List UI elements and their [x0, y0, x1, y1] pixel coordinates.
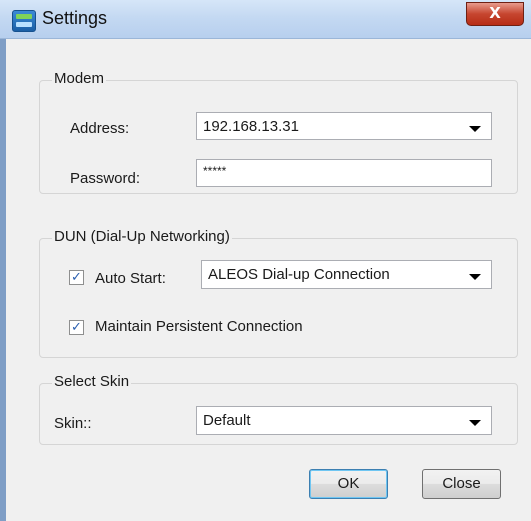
settings-window: Settings X Modem Address: 192.168.13.31 … [0, 0, 531, 521]
close-icon: X [489, 4, 501, 22]
skin-value: Default [203, 412, 251, 429]
address-value: 192.168.13.31 [203, 118, 299, 135]
title-bar[interactable]: Settings X [0, 0, 531, 39]
password-label: Password: [70, 170, 141, 187]
modem-group-title: Modem [52, 70, 107, 87]
dun-group [39, 238, 518, 358]
connection-value: ALEOS Dial-up Connection [208, 266, 390, 283]
window-title: Settings [42, 8, 108, 28]
chevron-down-icon[interactable] [469, 420, 481, 426]
auto-start-label: Auto Start: [95, 270, 166, 287]
checkmark-icon: ✓ [71, 320, 82, 335]
chevron-down-icon[interactable] [469, 274, 481, 280]
ok-button[interactable]: OK [309, 469, 388, 499]
skin-group-title: Select Skin [52, 373, 132, 390]
checkmark-icon: ✓ [71, 270, 82, 285]
app-icon [12, 10, 36, 32]
address-label: Address: [70, 120, 130, 137]
close-window-button[interactable]: X [466, 2, 524, 26]
auto-start-checkbox[interactable]: ✓ [69, 270, 84, 285]
skin-combobox[interactable]: Default [196, 406, 492, 435]
password-field[interactable]: ***** [196, 159, 492, 187]
close-button[interactable]: Close [422, 469, 501, 499]
skin-label: Skin:: [54, 415, 92, 432]
chevron-down-icon[interactable] [469, 126, 481, 132]
persistent-connection-checkbox[interactable]: ✓ [69, 320, 84, 335]
connection-combobox[interactable]: ALEOS Dial-up Connection [201, 260, 492, 289]
dun-group-title: DUN (Dial-Up Networking) [52, 228, 232, 245]
address-combobox[interactable]: 192.168.13.31 [196, 112, 492, 140]
persistent-connection-label: Maintain Persistent Connection [95, 318, 303, 335]
password-value: ***** [203, 164, 227, 178]
